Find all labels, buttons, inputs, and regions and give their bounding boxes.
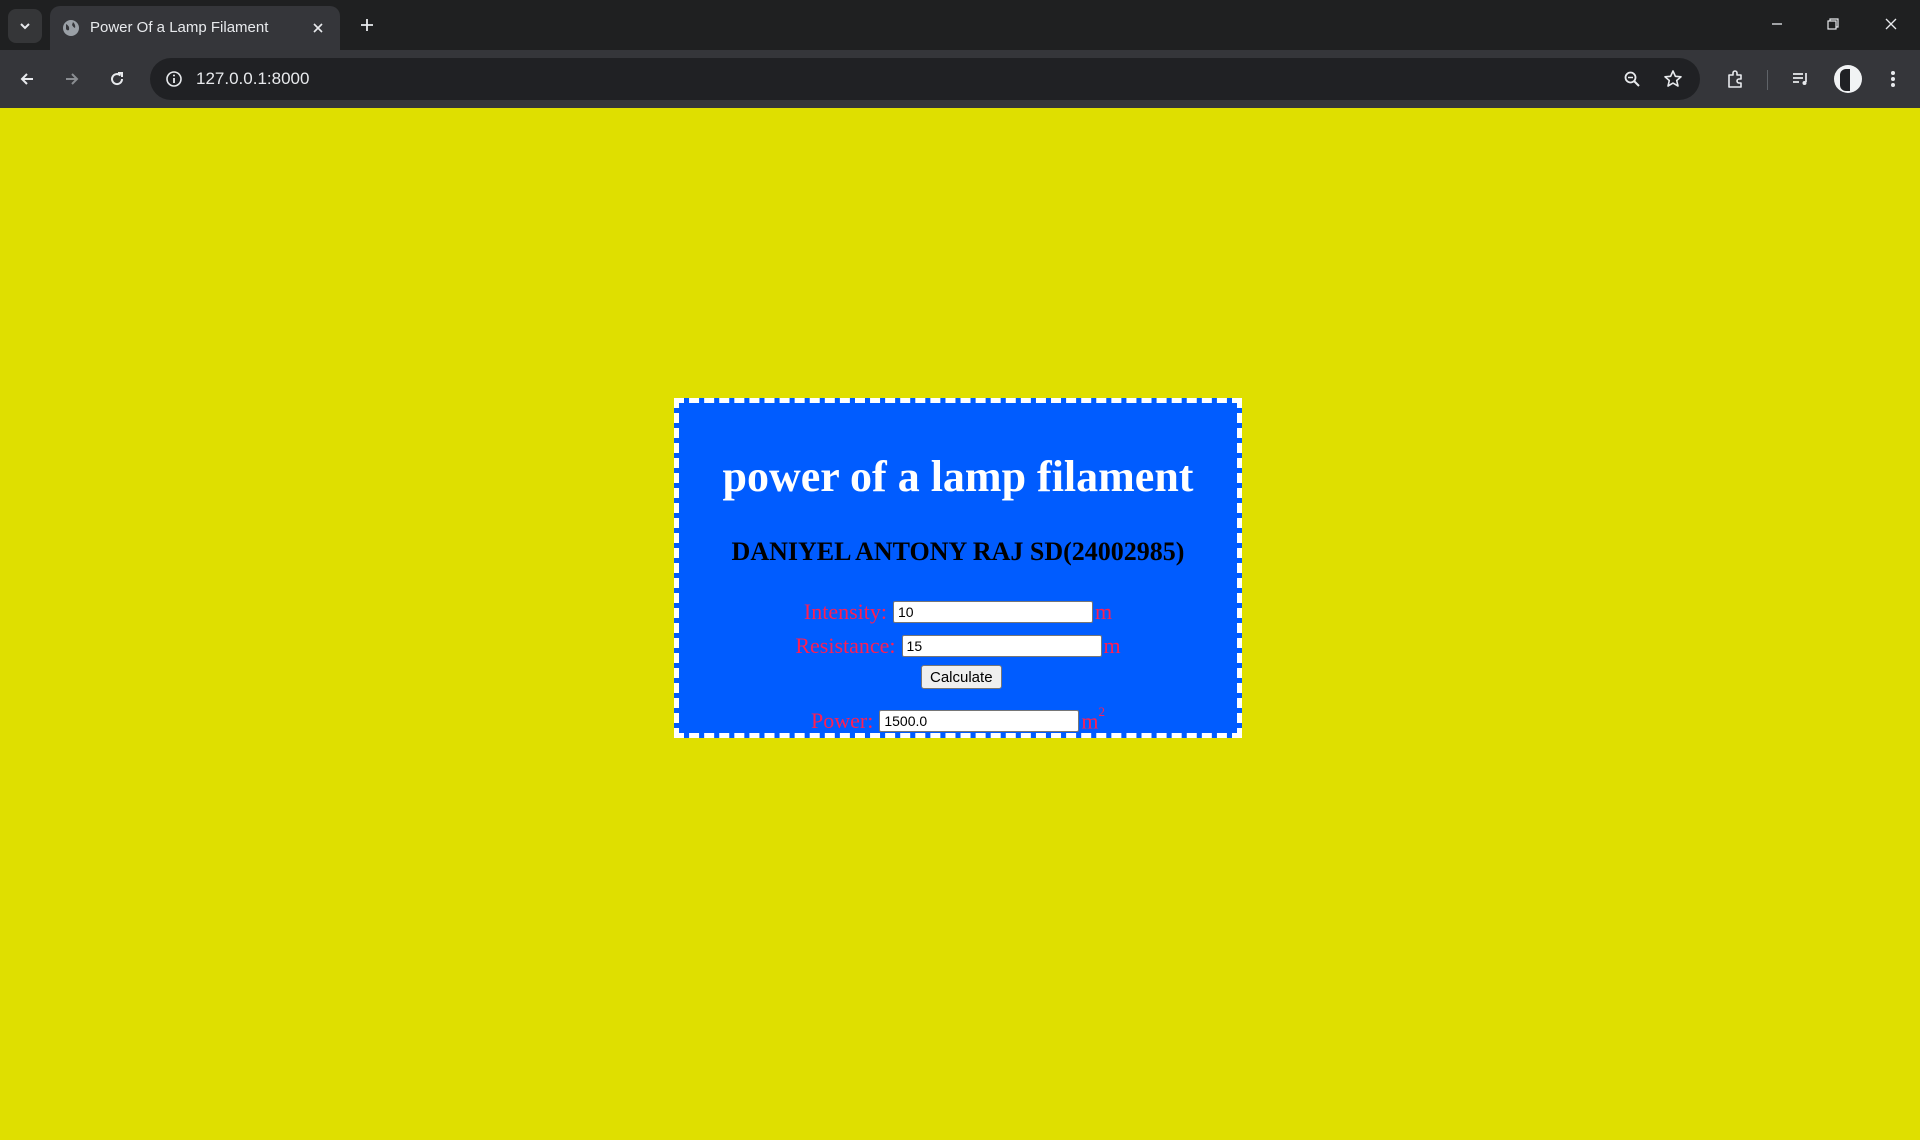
author-heading: DANIYEL ANTONY RAJ SD(24002985) bbox=[731, 537, 1185, 566]
intensity-input[interactable] bbox=[892, 601, 1093, 623]
power-row: Power: m2 bbox=[679, 705, 1237, 734]
intensity-unit: m bbox=[1094, 599, 1113, 624]
power-label: Power: bbox=[811, 707, 874, 733]
zoom-button[interactable] bbox=[1620, 67, 1644, 91]
resistance-unit: m bbox=[1103, 633, 1121, 658]
minimize-button[interactable] bbox=[1754, 6, 1800, 42]
reload-button[interactable] bbox=[100, 62, 134, 96]
calculate-button[interactable]: Calculate bbox=[921, 665, 1002, 689]
power-unit-exponent: 2 bbox=[1098, 704, 1105, 719]
globe-icon bbox=[63, 20, 79, 36]
resistance-row: Resistance: m bbox=[679, 635, 1237, 657]
arrow-left-icon bbox=[20, 73, 33, 85]
info-icon bbox=[166, 71, 182, 87]
restore-button[interactable] bbox=[1810, 6, 1856, 42]
profile-avatar[interactable] bbox=[1834, 65, 1862, 93]
power-unit: m2 bbox=[1081, 705, 1105, 734]
star-icon bbox=[1664, 70, 1682, 87]
extensions-button[interactable] bbox=[1718, 62, 1752, 96]
playlist-icon bbox=[1793, 73, 1807, 85]
tab-title: Power Of a Lamp Filament bbox=[90, 19, 269, 36]
zoom-icon bbox=[1624, 71, 1640, 87]
reload-icon bbox=[111, 72, 124, 86]
bookmark-button[interactable] bbox=[1661, 67, 1685, 91]
address-bar[interactable]: 127.0.0.1:8000 bbox=[150, 58, 1700, 100]
menu-button[interactable] bbox=[1876, 62, 1910, 96]
arrow-right-icon bbox=[66, 73, 79, 85]
puzzle-icon bbox=[1728, 70, 1742, 88]
tab-search-button[interactable] bbox=[8, 9, 42, 43]
resistance-label: Resistance: bbox=[795, 633, 896, 658]
media-controls-button[interactable] bbox=[1784, 62, 1818, 96]
intensity-label: Intensity: bbox=[803, 599, 887, 624]
forward-button[interactable] bbox=[55, 62, 89, 96]
minimize-icon bbox=[1772, 23, 1782, 25]
calculator-card: power of a lamp filament DANIYEL ANTONY … bbox=[674, 398, 1242, 738]
close-icon bbox=[313, 23, 323, 33]
active-tab[interactable]: Power Of a Lamp Filament bbox=[50, 6, 340, 50]
tab-strip: Power Of a Lamp Filament bbox=[0, 0, 1920, 50]
site-info-button[interactable] bbox=[162, 67, 186, 91]
more-vertical-icon bbox=[1891, 71, 1895, 87]
power-output[interactable] bbox=[879, 709, 1080, 732]
page-title: power of a lamp filament bbox=[722, 452, 1194, 501]
close-icon bbox=[1885, 18, 1897, 30]
browser-toolbar: 127.0.0.1:8000 bbox=[0, 50, 1920, 108]
page-viewport: power of a lamp filament DANIYEL ANTONY … bbox=[0, 108, 1920, 1140]
new-tab-button[interactable] bbox=[352, 10, 382, 40]
chevron-down-icon bbox=[20, 23, 30, 30]
intensity-row: Intensity: m bbox=[679, 601, 1237, 623]
power-unit-base: m bbox=[1081, 708, 1099, 734]
close-window-button[interactable] bbox=[1868, 6, 1914, 42]
back-button[interactable] bbox=[10, 62, 44, 96]
tab-close-button[interactable] bbox=[308, 18, 328, 38]
resistance-input[interactable] bbox=[901, 635, 1102, 657]
url-text: 127.0.0.1:8000 bbox=[196, 69, 310, 88]
toolbar-divider bbox=[1767, 70, 1768, 90]
plus-icon bbox=[361, 19, 373, 31]
restore-icon bbox=[1827, 18, 1839, 30]
